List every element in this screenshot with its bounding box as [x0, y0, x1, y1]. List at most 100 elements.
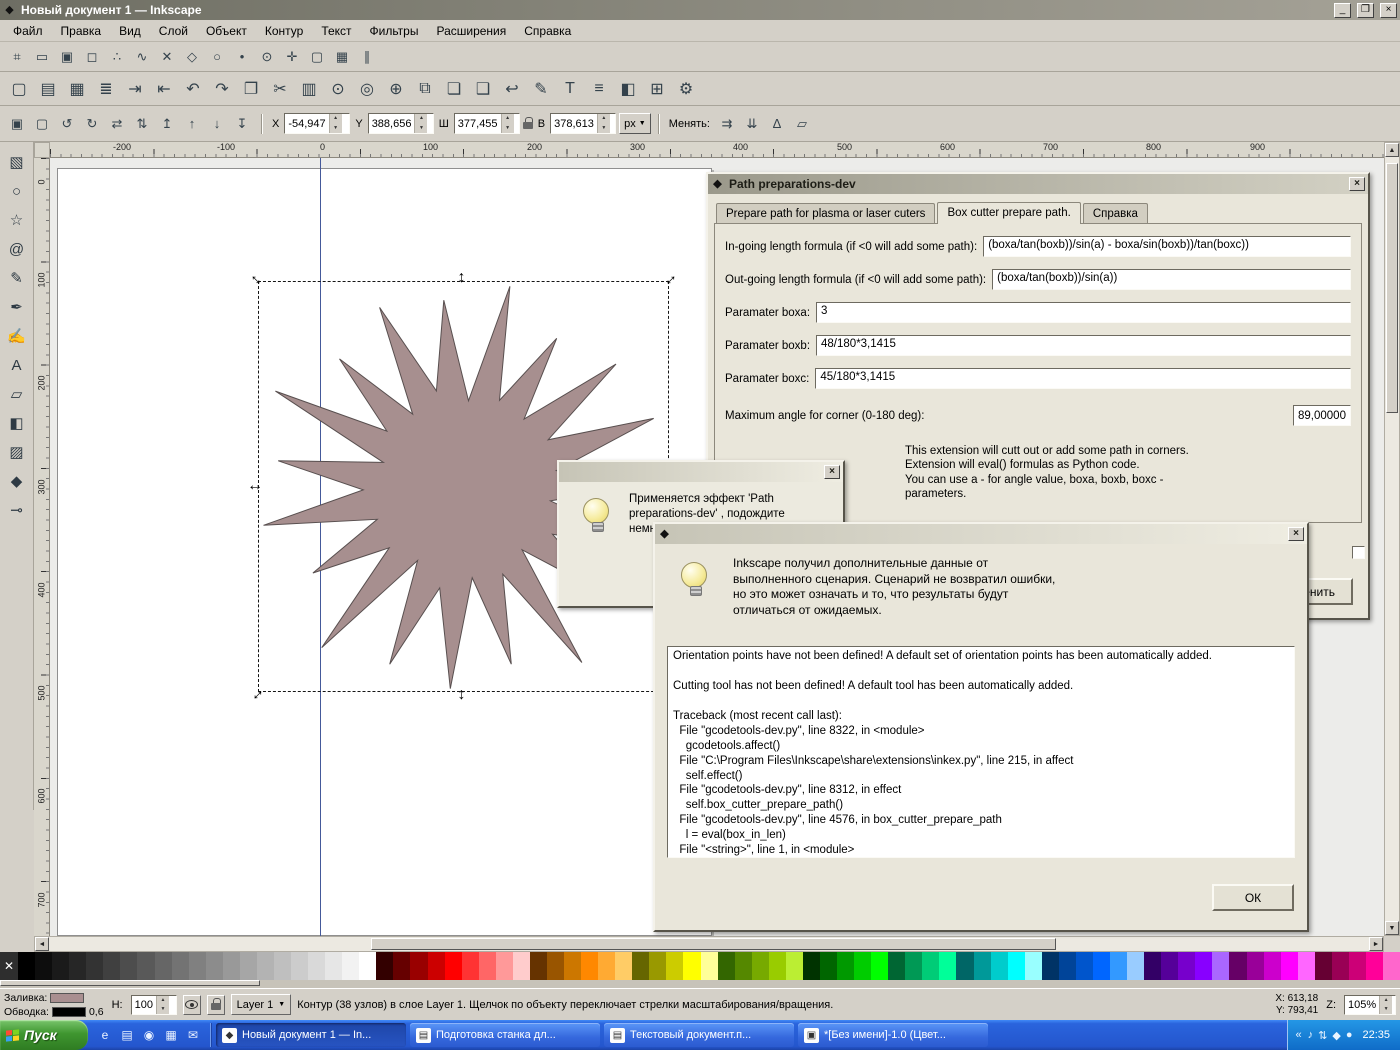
height-field[interactable]: 378,613▲▼ — [550, 113, 616, 134]
palette-swatch[interactable] — [854, 952, 871, 980]
pencil-tool[interactable]: ✎ — [3, 264, 31, 292]
field-input[interactable]: 45/180*3,1415 — [815, 368, 1351, 389]
start-button[interactable]: Пуск — [0, 1020, 88, 1050]
menu-item[interactable]: Файл — [4, 21, 52, 41]
scroll-right-button[interactable]: ► — [1369, 937, 1383, 951]
y-spinner[interactable]: ▲▼ — [414, 114, 427, 133]
taskbar-task[interactable]: ▤ Подготовка станка дл... — [410, 1023, 600, 1047]
selection-handle-s[interactable]: ↕ — [458, 687, 466, 703]
palette-swatch[interactable] — [513, 952, 530, 980]
ellipse-tool[interactable]: ○ — [3, 177, 31, 205]
palette-swatch[interactable] — [393, 952, 410, 980]
star-tool[interactable]: ☆ — [3, 206, 31, 234]
palette-swatch[interactable] — [1144, 952, 1161, 980]
affect-move-button[interactable]: ⇉ — [715, 112, 739, 136]
menu-item[interactable]: Справка — [515, 21, 580, 41]
x-field[interactable]: -54,947▲▼ — [284, 113, 350, 134]
palette-swatch[interactable] — [35, 952, 52, 980]
layers-dialog-button[interactable]: ≡ — [585, 75, 613, 103]
snap-guides-button[interactable]: ∥ — [355, 45, 379, 69]
field-input[interactable]: 48/180*3,1415 — [816, 335, 1351, 356]
calligraphy-tool[interactable]: ✍ — [3, 322, 31, 350]
export-button[interactable]: ⇤ — [150, 75, 178, 103]
script-output-log[interactable]: Orientation points have not been defined… — [667, 646, 1295, 858]
palette-scroll-thumb[interactable] — [0, 980, 260, 986]
zoom-selection-button[interactable]: ⊙ — [324, 75, 352, 103]
zoom-spinner[interactable]: ▲▼ — [1379, 996, 1392, 1014]
snap-grid-button[interactable]: ▦ — [330, 45, 354, 69]
palette-swatch[interactable] — [342, 952, 359, 980]
palette-swatch[interactable] — [786, 952, 803, 980]
tray-chevron[interactable]: « — [1296, 1029, 1302, 1041]
palette-swatch[interactable] — [359, 952, 376, 980]
palette-swatch[interactable] — [701, 952, 718, 980]
text-tool[interactable]: A — [3, 351, 31, 379]
palette-swatch[interactable] — [769, 952, 786, 980]
palette-swatch[interactable] — [683, 952, 700, 980]
close-button[interactable]: × — [1380, 3, 1397, 18]
palette-swatch[interactable] — [1247, 952, 1264, 980]
scroll-left-button[interactable]: ◄ — [35, 937, 49, 951]
palette-swatch[interactable] — [137, 952, 154, 980]
palette-swatch[interactable] — [1315, 952, 1332, 980]
spiral-tool[interactable]: @ — [3, 235, 31, 263]
box3d-tool[interactable]: ▧ — [3, 148, 31, 176]
palette-swatch[interactable] — [564, 952, 581, 980]
show-desktop-icon[interactable]: ▤ — [118, 1026, 136, 1044]
menu-item[interactable]: Слой — [150, 21, 197, 41]
palette-swatch[interactable] — [1127, 952, 1144, 980]
raise-to-top-button[interactable]: ↥ — [155, 112, 179, 136]
palette-swatch[interactable] — [308, 952, 325, 980]
copy-button[interactable]: ❐ — [237, 75, 265, 103]
palette-swatch[interactable] — [888, 952, 905, 980]
field-input[interactable]: 3 — [816, 302, 1351, 323]
snap-nodes-button[interactable]: ∴ — [105, 45, 129, 69]
snap-rotation-center-button[interactable]: ✛ — [280, 45, 304, 69]
fill-stroke-dialog-button[interactable]: ◧ — [614, 75, 642, 103]
connector-tool[interactable]: ⊸ — [3, 496, 31, 524]
snap-bbox-button[interactable]: ▭ — [30, 45, 54, 69]
dialog-tab[interactable]: Prepare path for plasma or laser cuters — [716, 203, 935, 223]
stroke-swatch[interactable] — [52, 1007, 86, 1017]
max-angle-spinner[interactable]: ▲▼ — [1350, 406, 1351, 425]
duplicate-button[interactable]: ⧉ — [411, 75, 439, 103]
snap-bbox-edges-button[interactable]: ▣ — [55, 45, 79, 69]
palette-swatch[interactable] — [172, 952, 189, 980]
height-spinner[interactable]: ▲▼ — [597, 114, 610, 133]
select-all-button[interactable]: ▣ — [5, 112, 29, 136]
unlink-clone-button[interactable]: ❑ — [469, 75, 497, 103]
palette-swatch[interactable] — [871, 952, 888, 980]
horizontal-scroll-thumb[interactable] — [371, 938, 1056, 950]
palette-swatch[interactable] — [223, 952, 240, 980]
palette-swatch[interactable] — [1093, 952, 1110, 980]
snap-midpoints-button[interactable]: • — [230, 45, 254, 69]
max-angle-input[interactable]: 89,00000▲▼ — [1293, 405, 1351, 426]
preferences-button[interactable]: ⚙ — [672, 75, 700, 103]
palette-swatch[interactable] — [103, 952, 120, 980]
rotate-cw-button[interactable]: ↻ — [80, 112, 104, 136]
palette-swatch[interactable] — [410, 952, 427, 980]
snap-smooth-nodes-button[interactable]: ○ — [205, 45, 229, 69]
restore-button[interactable]: ❐ — [1357, 3, 1374, 18]
palette-swatch[interactable] — [752, 952, 769, 980]
gradient-tool[interactable]: ▨ — [3, 438, 31, 466]
taskbar-task[interactable]: ▤ Текстовый документ.п... — [604, 1023, 794, 1047]
palette-swatch[interactable] — [120, 952, 137, 980]
dialog-tab[interactable]: Справка — [1083, 203, 1148, 223]
snap-paths-button[interactable]: ∿ — [130, 45, 154, 69]
palette-swatch[interactable] — [1298, 952, 1315, 980]
palette-swatch[interactable] — [1025, 952, 1042, 980]
menu-item[interactable]: Вид — [110, 21, 150, 41]
lower-to-bottom-button[interactable]: ↧ — [230, 112, 254, 136]
palette-swatch[interactable] — [1212, 952, 1229, 980]
palette-swatch[interactable] — [86, 952, 103, 980]
open-document-button[interactable]: ▤ — [34, 75, 62, 103]
scroll-up-button[interactable]: ▲ — [1385, 143, 1399, 157]
palette-swatch[interactable] — [240, 952, 257, 980]
palette-scrollbar[interactable] — [0, 980, 1400, 988]
dialog-close-button[interactable]: × — [1288, 527, 1304, 541]
palette-swatch[interactable] — [632, 952, 649, 980]
snap-bbox-corners-button[interactable]: ◻ — [80, 45, 104, 69]
update-icon[interactable]: ● — [1346, 1029, 1353, 1042]
dialog-close-button[interactable]: × — [824, 465, 840, 479]
